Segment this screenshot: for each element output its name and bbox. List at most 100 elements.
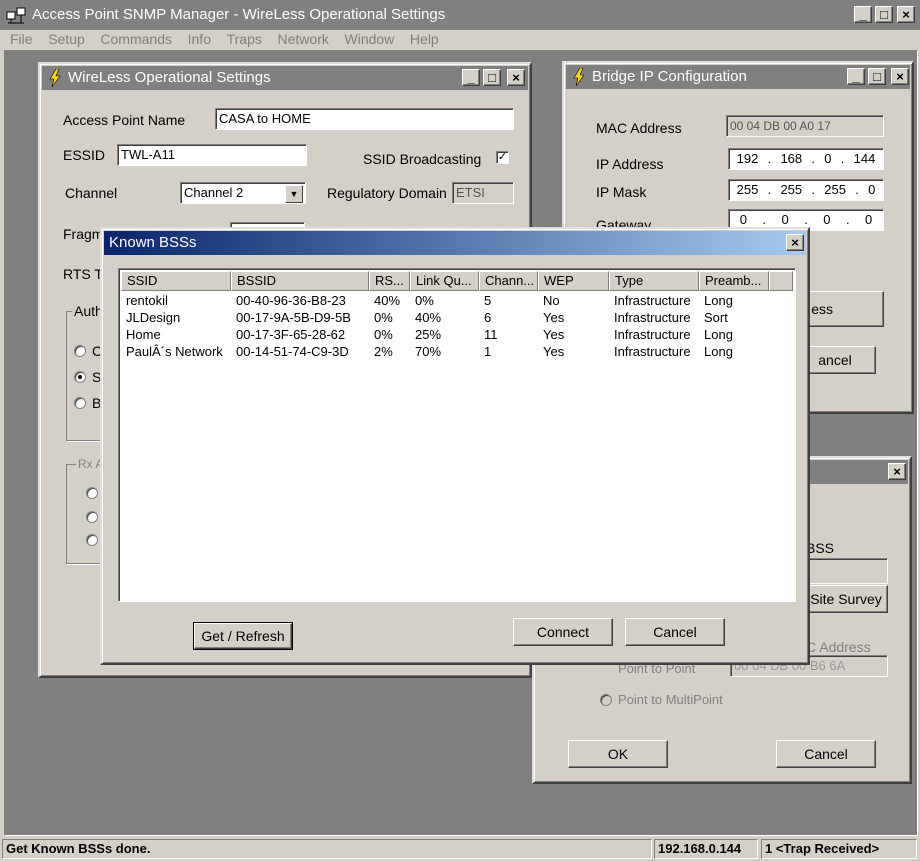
auth-radio-open[interactable] xyxy=(74,345,86,357)
cell-link-quality: 0% xyxy=(415,293,434,308)
ip-mask-input[interactable]: 255. 255. 255. 0 xyxy=(728,179,884,201)
column-header-link-quality[interactable]: Link Qu... xyxy=(410,271,479,291)
mac-address-value: 00 04 DB 00 A0 17 xyxy=(726,115,884,137)
column-header-channel[interactable]: Chann... xyxy=(479,271,538,291)
chevron-down-icon[interactable]: ▼ xyxy=(285,185,303,203)
app-minimize-button[interactable]: _ xyxy=(854,6,872,23)
known-bss-dialog: Known BSSs × SSID BSSID RS... Link Qu...… xyxy=(100,227,810,665)
bss-label: BSS xyxy=(806,540,835,556)
bridge-close-button[interactable]: × xyxy=(891,68,909,85)
column-header-filler xyxy=(769,271,793,291)
ip-address-input[interactable]: 192. 168. 0. 144 xyxy=(728,148,884,170)
connect-button[interactable]: Connect xyxy=(513,618,613,646)
cell-channel: 11 xyxy=(484,327,498,342)
mask-octet: 0 xyxy=(868,182,876,197)
auth-radio-both[interactable] xyxy=(74,397,86,409)
ip-octet: 0 xyxy=(824,151,832,166)
table-row[interactable]: rentokil 00-40-96-36-B8-23 40% 0% 5 No I… xyxy=(121,292,769,309)
menu-help[interactable]: Help xyxy=(410,30,439,48)
cell-channel: 6 xyxy=(484,310,492,325)
auth-radio-shared[interactable] xyxy=(74,371,86,383)
column-header-ssid[interactable]: SSID xyxy=(121,271,231,291)
app-maximize-button[interactable]: □ xyxy=(875,6,893,23)
bss-list[interactable]: SSID BSSID RS... Link Qu... Chann... WEP… xyxy=(118,268,796,602)
channel-select[interactable]: Channel 2 ▼ xyxy=(180,182,306,204)
status-traps: 1 <Trap Received> xyxy=(761,839,917,859)
column-header-rssi[interactable]: RS... xyxy=(369,271,410,291)
ip-octet: 192 xyxy=(736,151,759,166)
table-row[interactable]: PaulÂ´s Network 00-14-51-74-C9-3D 2% 70%… xyxy=(121,343,769,360)
ip-octet: 144 xyxy=(853,151,876,166)
table-row[interactable]: Home 00-17-3F-65-28-62 0% 25% 11 Yes Inf… xyxy=(121,326,769,343)
lightning-icon xyxy=(573,68,585,86)
bridge-minimize-button[interactable]: _ xyxy=(847,68,865,85)
menu-traps[interactable]: Traps xyxy=(227,30,262,48)
column-header-wep[interactable]: WEP xyxy=(538,271,609,291)
cell-preamble: Long xyxy=(704,344,733,359)
table-row[interactable]: JLDesign 00-17-9A-5B-D9-5B 0% 40% 6 Yes … xyxy=(121,309,769,326)
wireless-minimize-button[interactable]: _ xyxy=(462,69,480,86)
bss-list-header: SSID BSSID RS... Link Qu... Chann... WEP… xyxy=(121,271,793,291)
cell-wep: Yes xyxy=(543,344,565,359)
app-network-icon[interactable] xyxy=(6,6,26,24)
mac-address-label: MAC Address xyxy=(596,120,682,136)
cell-wep: Yes xyxy=(543,327,565,342)
app-title-bar[interactable]: Access Point SNMP Manager - WireLess Ope… xyxy=(0,0,920,30)
cell-rssi: 40% xyxy=(374,293,401,308)
column-header-type[interactable]: Type xyxy=(609,271,699,291)
get-refresh-button[interactable]: Get / Refresh xyxy=(193,622,293,650)
cell-link-quality: 25% xyxy=(415,327,442,342)
mac-address-label: C Address xyxy=(806,639,871,655)
cell-ssid: rentokil xyxy=(126,293,168,308)
gateway-octet: 0 xyxy=(865,212,873,227)
essid-input[interactable]: TWL-A11 xyxy=(117,144,307,166)
cell-rssi: 0% xyxy=(374,327,393,342)
regdomain-value: ETSI xyxy=(452,182,514,204)
channel-select-value: Channel 2 xyxy=(184,185,244,200)
menu-commands[interactable]: Commands xyxy=(100,30,172,48)
ap-name-input[interactable]: CASA to HOME xyxy=(215,108,514,130)
cell-ssid: Home xyxy=(126,327,161,342)
dialog-close-button[interactable]: × xyxy=(786,234,804,251)
bridge-maximize-button[interactable]: □ xyxy=(868,68,886,85)
point-to-multipoint-radio[interactable] xyxy=(600,694,612,706)
rts-label: RTS T xyxy=(63,266,103,282)
lightning-icon xyxy=(49,69,61,87)
ssid-broadcast-checkbox[interactable]: ✓ xyxy=(496,151,509,164)
gateway-octet: 0 xyxy=(823,212,831,227)
cell-link-quality: 40% xyxy=(415,310,442,325)
menu-network[interactable]: Network xyxy=(278,30,329,48)
app-title: Access Point SNMP Manager - WireLess Ope… xyxy=(32,6,446,23)
wireless-maximize-button[interactable]: □ xyxy=(483,69,501,86)
menu-setup[interactable]: Setup xyxy=(48,30,85,48)
rx-radio-2[interactable] xyxy=(86,511,98,523)
cell-type: Infrastructure xyxy=(614,344,691,359)
menu-info[interactable]: Info xyxy=(188,30,211,48)
point-to-multipoint-label: Point to MultiPoint xyxy=(618,692,723,707)
dialog-title-bar[interactable]: Known BSSs xyxy=(104,231,806,255)
fragmentation-label: Fragm xyxy=(63,226,104,242)
menu-window[interactable]: Window xyxy=(345,30,395,48)
cell-link-quality: 70% xyxy=(415,344,442,359)
cell-channel: 1 xyxy=(484,344,492,359)
menu-file[interactable]: File xyxy=(10,30,33,48)
regdomain-label: Regulatory Domain xyxy=(327,185,447,201)
app-close-button[interactable]: × xyxy=(897,6,915,23)
column-header-preamble[interactable]: Preamb... xyxy=(699,271,769,291)
third-close-button[interactable]: × xyxy=(888,463,906,480)
cancel-button[interactable]: Cancel xyxy=(776,740,876,768)
cell-bssid: 00-14-51-74-C9-3D xyxy=(236,344,349,359)
status-bar: Get Known BSSs done. 192.168.0.144 1 <Tr… xyxy=(0,836,920,861)
wireless-close-button[interactable]: × xyxy=(507,69,525,86)
ok-button[interactable]: OK xyxy=(568,740,668,768)
mask-octet: 255 xyxy=(780,182,803,197)
rx-radio-3[interactable] xyxy=(86,534,98,546)
cell-preamble: Long xyxy=(704,327,733,342)
site-survey-button[interactable]: Site Survey xyxy=(804,585,888,613)
wireless-window-title-bar[interactable]: WireLess Operational Settings xyxy=(42,66,528,90)
cell-bssid: 00-17-9A-5B-D9-5B xyxy=(236,310,351,325)
cell-rssi: 2% xyxy=(374,344,393,359)
dialog-cancel-button[interactable]: Cancel xyxy=(625,618,725,646)
rx-radio-1[interactable] xyxy=(86,487,98,499)
column-header-bssid[interactable]: BSSID xyxy=(231,271,369,291)
